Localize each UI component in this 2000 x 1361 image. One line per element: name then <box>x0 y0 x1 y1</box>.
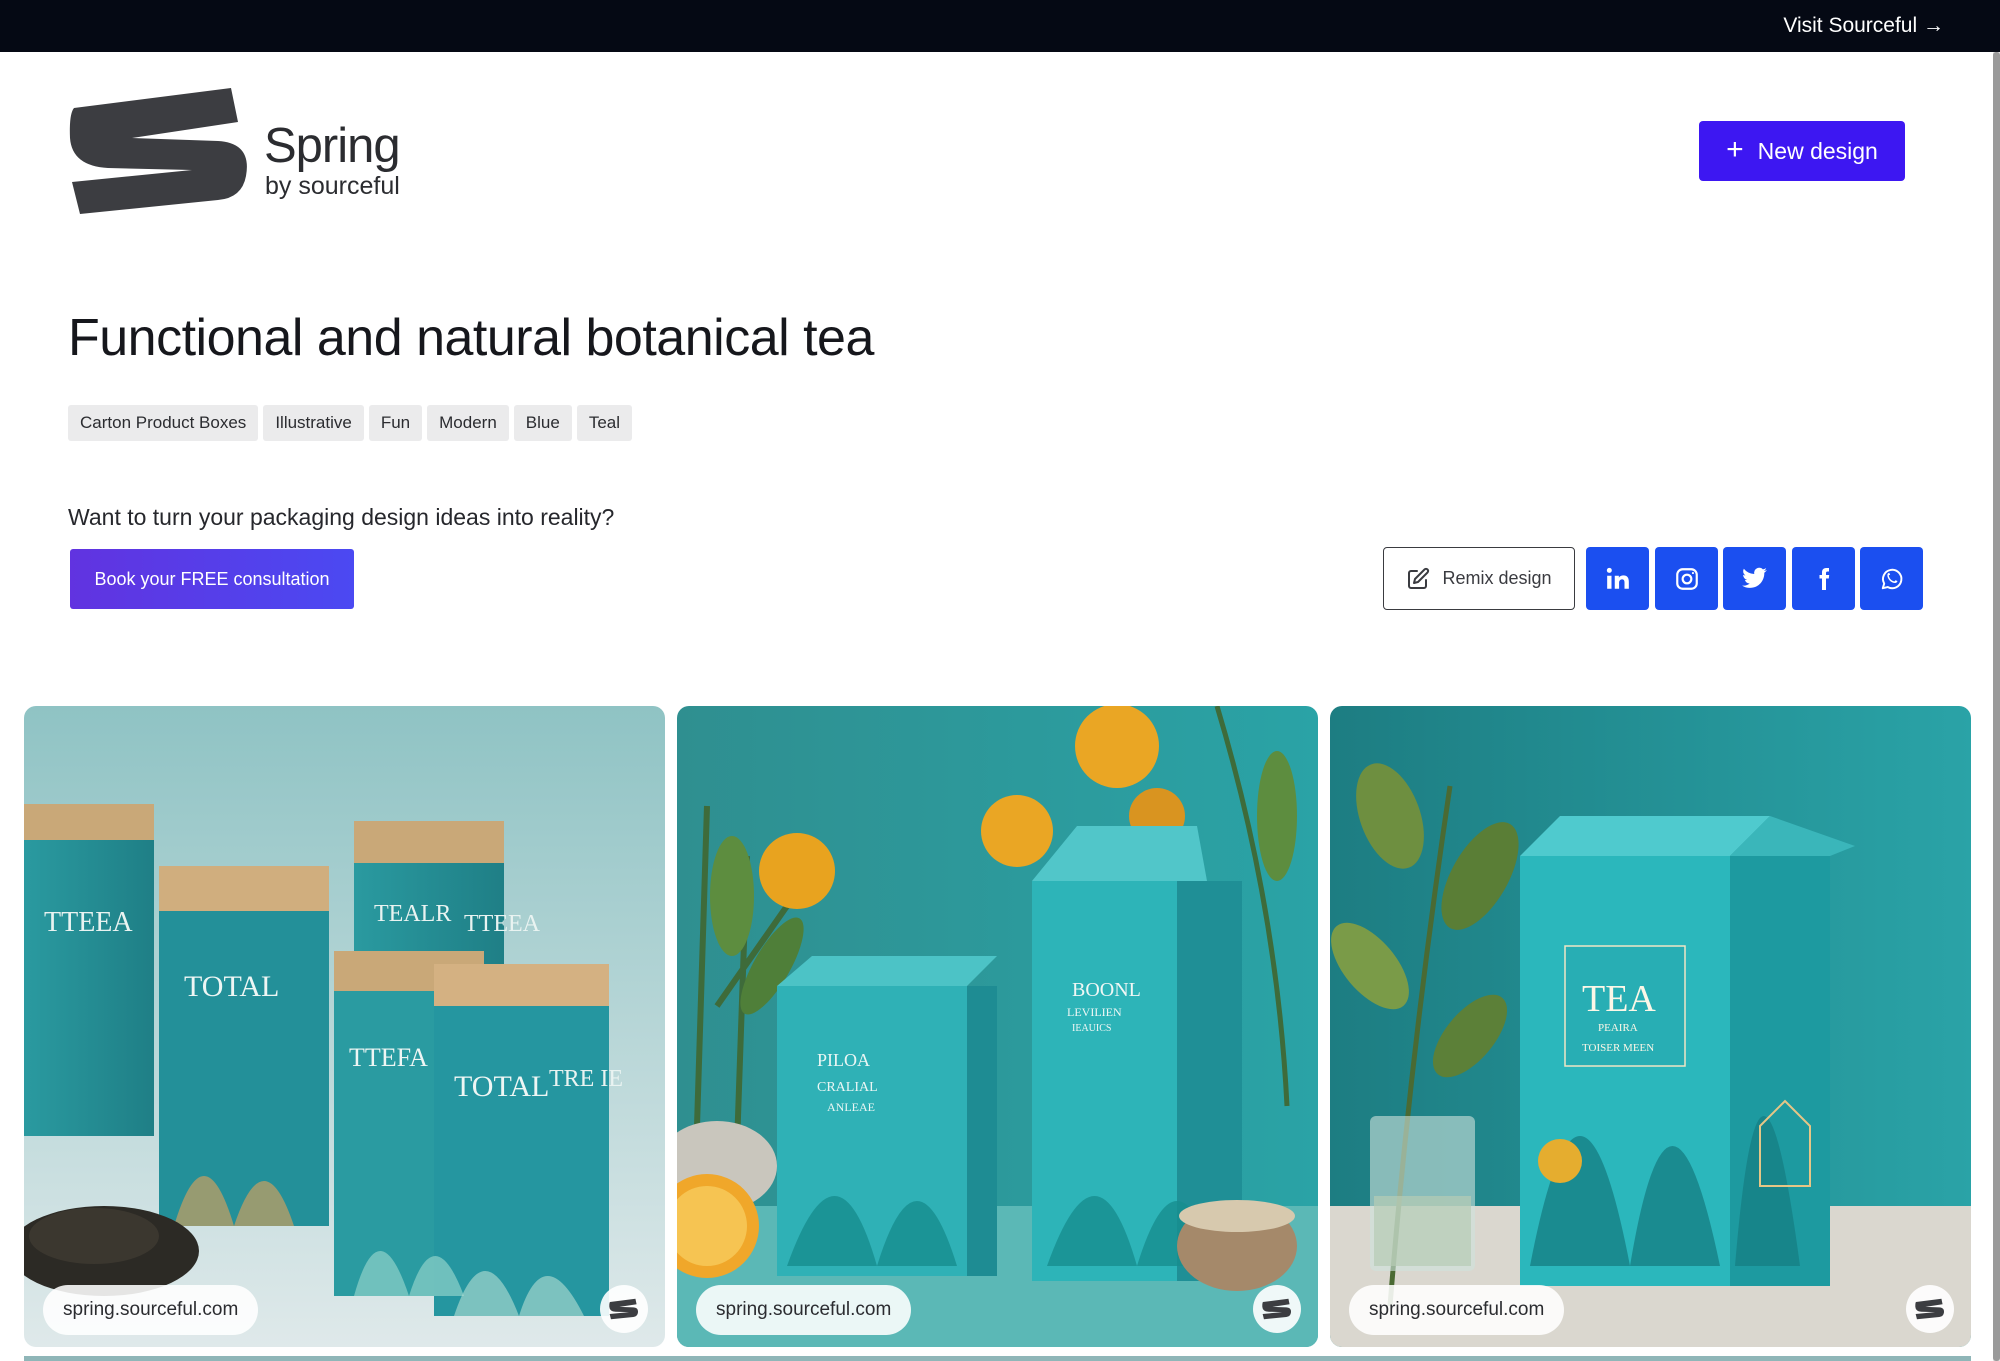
tag-chip[interactable]: Teal <box>576 405 632 441</box>
box-label: CRALIAL <box>817 1080 878 1095</box>
box-label: BOONL <box>1072 979 1141 1001</box>
share-linkedin-button[interactable] <box>1586 547 1649 610</box>
top-banner: Visit Sourceful → <box>0 0 2000 52</box>
spring-logo[interactable]: Spring by sourceful <box>68 86 428 216</box>
book-consultation-button[interactable]: Book your FREE consultation <box>70 549 354 609</box>
edit-icon <box>1408 567 1430 589</box>
share-whatsapp-button[interactable] <box>1860 547 1923 610</box>
share-twitter-button[interactable] <box>1723 547 1786 610</box>
gallery-image-2[interactable]: PILOA CRALIAL ANLEAE BOONL LEVILIEN IEAU… <box>677 706 1318 1347</box>
box-label: TTEEA <box>464 911 541 937</box>
consultation-prompt: Want to turn your packaging design ideas… <box>68 504 615 530</box>
spring-logo-mark-icon <box>69 88 247 214</box>
brand-subtitle: by sourceful <box>265 172 400 200</box>
box-label: LEVILIEN <box>1067 1005 1122 1019</box>
instagram-icon <box>1675 567 1698 590</box>
new-design-label: New design <box>1757 137 1878 164</box>
box-label: TRE IE <box>549 1066 623 1092</box>
box-label: TTEEA <box>44 907 133 938</box>
box-label: TOISER MEEN <box>1582 1042 1654 1054</box>
scrollbar[interactable] <box>1993 52 2000 1361</box>
sourceful-badge-icon <box>600 1285 648 1333</box>
whatsapp-icon <box>1881 568 1902 589</box>
box-label: IEAUICS <box>1072 1023 1111 1034</box>
visit-sourceful-link[interactable]: Visit Sourceful → <box>1783 14 1944 38</box>
watermark-url: spring.sourceful.com <box>43 1285 259 1335</box>
tag-chip[interactable]: Modern <box>427 405 509 441</box>
tea-box-render-3: TEA PEAIRA TOISER MEEN <box>1330 706 1971 1347</box>
remix-design-label: Remix design <box>1442 568 1552 588</box>
gallery-image-3[interactable]: TEA PEAIRA TOISER MEEN spring.sourceful.… <box>1330 706 1971 1347</box>
sourceful-badge-icon <box>1253 1285 1301 1333</box>
watermark-url: spring.sourceful.com <box>696 1285 912 1335</box>
tag-chip[interactable]: Blue <box>513 405 572 441</box>
box-label: TOTAL <box>454 1070 549 1103</box>
scrollbar-thumb[interactable] <box>1993 52 2000 1361</box>
box-label: TEA <box>1582 978 1656 1020</box>
tea-boxes-render-2: PILOA CRALIAL ANLEAE BOONL LEVILIEN IEAU… <box>677 706 1318 1347</box>
tag-list: Carton Product Boxes Illustrative Fun Mo… <box>68 405 632 441</box>
new-design-button[interactable]: + New design <box>1699 121 1905 181</box>
next-row-edge <box>24 1356 1971 1361</box>
box-label: TTEFA <box>349 1043 428 1072</box>
share-facebook-button[interactable] <box>1792 547 1855 610</box>
gallery-image-1[interactable]: TTEEA TOTAL TEALR TTEEA TTEFA TOTAL TRE … <box>24 706 665 1347</box>
box-label: ANLEAE <box>827 1100 875 1114</box>
tag-chip[interactable]: Carton Product Boxes <box>68 405 259 441</box>
sourceful-badge-icon <box>1906 1285 1954 1333</box>
box-label: PILOA <box>817 1050 870 1070</box>
design-gallery: TTEEA TOTAL TEALR TTEEA TTEFA TOTAL TRE … <box>24 706 1971 1347</box>
page-title: Functional and natural botanical tea <box>68 309 874 367</box>
box-label: TOTAL <box>184 970 279 1003</box>
watermark-url: spring.sourceful.com <box>1349 1285 1565 1335</box>
tea-boxes-render-1: TTEEA TOTAL TEALR TTEEA TTEFA TOTAL TRE … <box>24 706 665 1347</box>
tag-chip[interactable]: Illustrative <box>263 405 364 441</box>
brand-name: Spring <box>264 119 401 173</box>
tag-chip[interactable]: Fun <box>368 405 423 441</box>
linkedin-icon <box>1606 567 1629 589</box>
share-instagram-button[interactable] <box>1655 547 1718 610</box>
facebook-icon <box>1819 567 1829 590</box>
box-label: PEAIRA <box>1598 1022 1638 1034</box>
remix-design-button[interactable]: Remix design <box>1383 547 1575 610</box>
box-label: TEALR <box>374 901 451 927</box>
plus-icon: + <box>1726 132 1744 166</box>
twitter-icon <box>1742 567 1767 588</box>
